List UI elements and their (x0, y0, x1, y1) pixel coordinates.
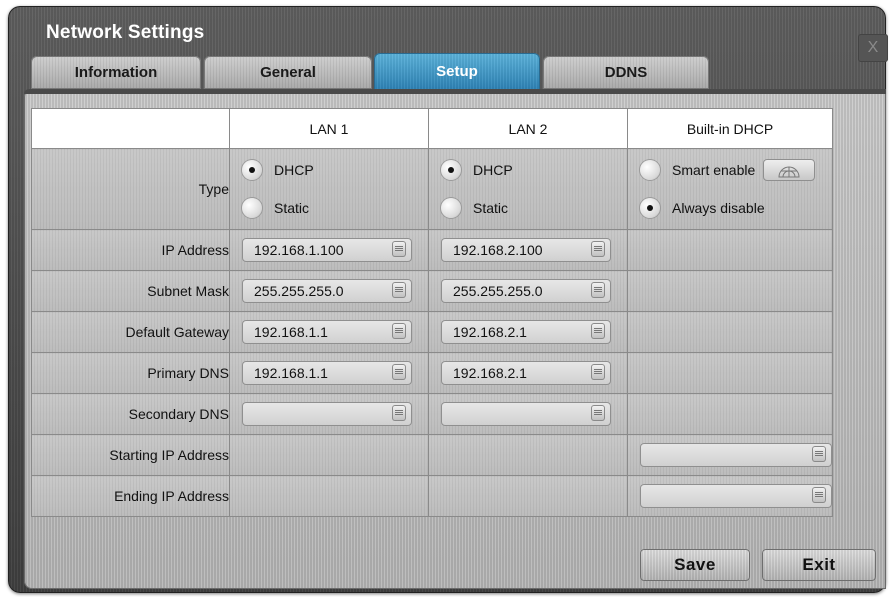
lan1-static-radio[interactable] (242, 198, 262, 218)
secondary-dns-label: Secondary DNS (31, 393, 230, 435)
lan1-default-gateway-value: 192.168.1.1 (254, 324, 328, 340)
header-lan2: LAN 2 (428, 108, 628, 149)
keyboard-icon[interactable] (392, 364, 406, 380)
empty-cell (428, 475, 628, 517)
lan1-default-gateway-input[interactable]: 192.168.1.1 (242, 320, 412, 344)
primary-dns-label: Primary DNS (31, 352, 230, 394)
smart-enable-radio[interactable] (640, 160, 660, 180)
tab-setup[interactable]: Setup (374, 53, 540, 96)
keyboard-icon[interactable] (591, 364, 605, 380)
always-disable-option[interactable]: Always disable (628, 195, 832, 221)
type-label: Type (31, 148, 230, 230)
smart-enable-label: Smart enable (672, 162, 756, 178)
lan2-secondary-dns-input[interactable] (441, 402, 611, 426)
dhcp-starting-ip-input[interactable] (640, 443, 832, 467)
empty-cell (229, 475, 429, 517)
empty-cell (428, 434, 628, 476)
panel-divider (24, 89, 886, 94)
empty-cell (229, 434, 429, 476)
empty-cell (627, 270, 833, 312)
table-row: Secondary DNS (31, 393, 833, 435)
keyboard-icon[interactable] (812, 487, 826, 503)
save-button[interactable]: Save (640, 549, 750, 581)
window-title: Network Settings (46, 22, 205, 43)
exit-button[interactable]: Exit (762, 549, 876, 581)
lan2-static-label: Static (473, 200, 509, 216)
lan1-type-cell: DHCP Static (229, 148, 429, 230)
keyboard-icon[interactable] (812, 446, 826, 462)
close-button[interactable]: X (858, 34, 888, 62)
lan2-subnet-mask-value: 255.255.255.0 (453, 283, 543, 299)
keyboard-icon[interactable] (591, 323, 605, 339)
lan2-ip-address-input[interactable]: 192.168.2.100 (441, 238, 611, 262)
smart-enable-option[interactable]: Smart enable (628, 157, 832, 183)
always-disable-radio[interactable] (640, 198, 660, 218)
ending-ip-label: Ending IP Address (31, 475, 230, 517)
lan2-subnet-mask-input[interactable]: 255.255.255.0 (441, 279, 611, 303)
keyboard-icon[interactable] (392, 282, 406, 298)
keyboard-icon[interactable] (591, 405, 605, 421)
lan2-ip-address-value: 192.168.2.100 (453, 242, 543, 258)
empty-cell (627, 311, 833, 353)
lan1-static-label: Static (274, 200, 310, 216)
ip-address-label: IP Address (31, 229, 230, 271)
lan2-default-gateway-input[interactable]: 192.168.2.1 (441, 320, 611, 344)
always-disable-label: Always disable (672, 200, 765, 216)
table-row: Primary DNS 192.168.1.1 192.168.2.1 (31, 352, 833, 394)
starting-ip-label: Starting IP Address (31, 434, 230, 476)
table-row: Default Gateway 192.168.1.1 192.168.2.1 (31, 311, 833, 353)
lan2-default-gateway-value: 192.168.2.1 (453, 324, 527, 340)
smart-settings-button[interactable] (763, 159, 816, 181)
lan1-dhcp-label: DHCP (274, 162, 314, 178)
table-row: IP Address 192.168.1.100 192.168.2.100 (31, 229, 833, 271)
tab-ddns[interactable]: DDNS (543, 56, 709, 89)
header-lan1: LAN 1 (229, 108, 429, 149)
table-row: Subnet Mask 255.255.255.0 255.255.255.0 (31, 270, 833, 312)
lan2-primary-dns-input[interactable]: 192.168.2.1 (441, 361, 611, 385)
header-empty (31, 108, 230, 149)
header-builtin-dhcp: Built-in DHCP (627, 108, 833, 149)
lan2-type-cell: DHCP Static (428, 148, 628, 230)
lan1-primary-dns-value: 192.168.1.1 (254, 365, 328, 381)
default-gateway-label: Default Gateway (31, 311, 230, 353)
table-row: Starting IP Address (31, 434, 833, 476)
lan1-dhcp-option[interactable]: DHCP (230, 157, 428, 183)
lan2-dhcp-label: DHCP (473, 162, 513, 178)
lan2-dhcp-radio[interactable] (441, 160, 461, 180)
network-table: LAN 1 LAN 2 Built-in DHCP Type DHCP Stat… (31, 108, 833, 517)
keyboard-icon[interactable] (392, 323, 406, 339)
dhcp-mode-cell: Smart enable Always disable (627, 148, 833, 230)
lan1-dhcp-radio[interactable] (242, 160, 262, 180)
empty-cell (627, 352, 833, 394)
keyboard-icon[interactable] (591, 241, 605, 257)
lan1-subnet-mask-input[interactable]: 255.255.255.0 (242, 279, 412, 303)
lan2-primary-dns-value: 192.168.2.1 (453, 365, 527, 381)
tab-information[interactable]: Information (31, 56, 201, 89)
lan1-ip-address-input[interactable]: 192.168.1.100 (242, 238, 412, 262)
keyboard-icon[interactable] (392, 405, 406, 421)
lan1-primary-dns-input[interactable]: 192.168.1.1 (242, 361, 412, 385)
lan2-dhcp-option[interactable]: DHCP (429, 157, 627, 183)
keyboard-icon[interactable] (591, 282, 605, 298)
empty-cell (627, 229, 833, 271)
lan1-subnet-mask-value: 255.255.255.0 (254, 283, 344, 299)
lan1-ip-address-value: 192.168.1.100 (254, 242, 344, 258)
radar-icon (778, 166, 800, 178)
table-row: Type DHCP Static DHCP Static Smart enabl… (31, 148, 833, 230)
subnet-mask-label: Subnet Mask (31, 270, 230, 312)
lan2-static-radio[interactable] (441, 198, 461, 218)
table-row: Ending IP Address (31, 475, 833, 517)
lan1-secondary-dns-input[interactable] (242, 402, 412, 426)
lan1-static-option[interactable]: Static (230, 195, 428, 221)
lan2-static-option[interactable]: Static (429, 195, 627, 221)
keyboard-icon[interactable] (392, 241, 406, 257)
tab-general[interactable]: General (204, 56, 372, 89)
empty-cell (627, 393, 833, 435)
dhcp-ending-ip-input[interactable] (640, 484, 832, 508)
